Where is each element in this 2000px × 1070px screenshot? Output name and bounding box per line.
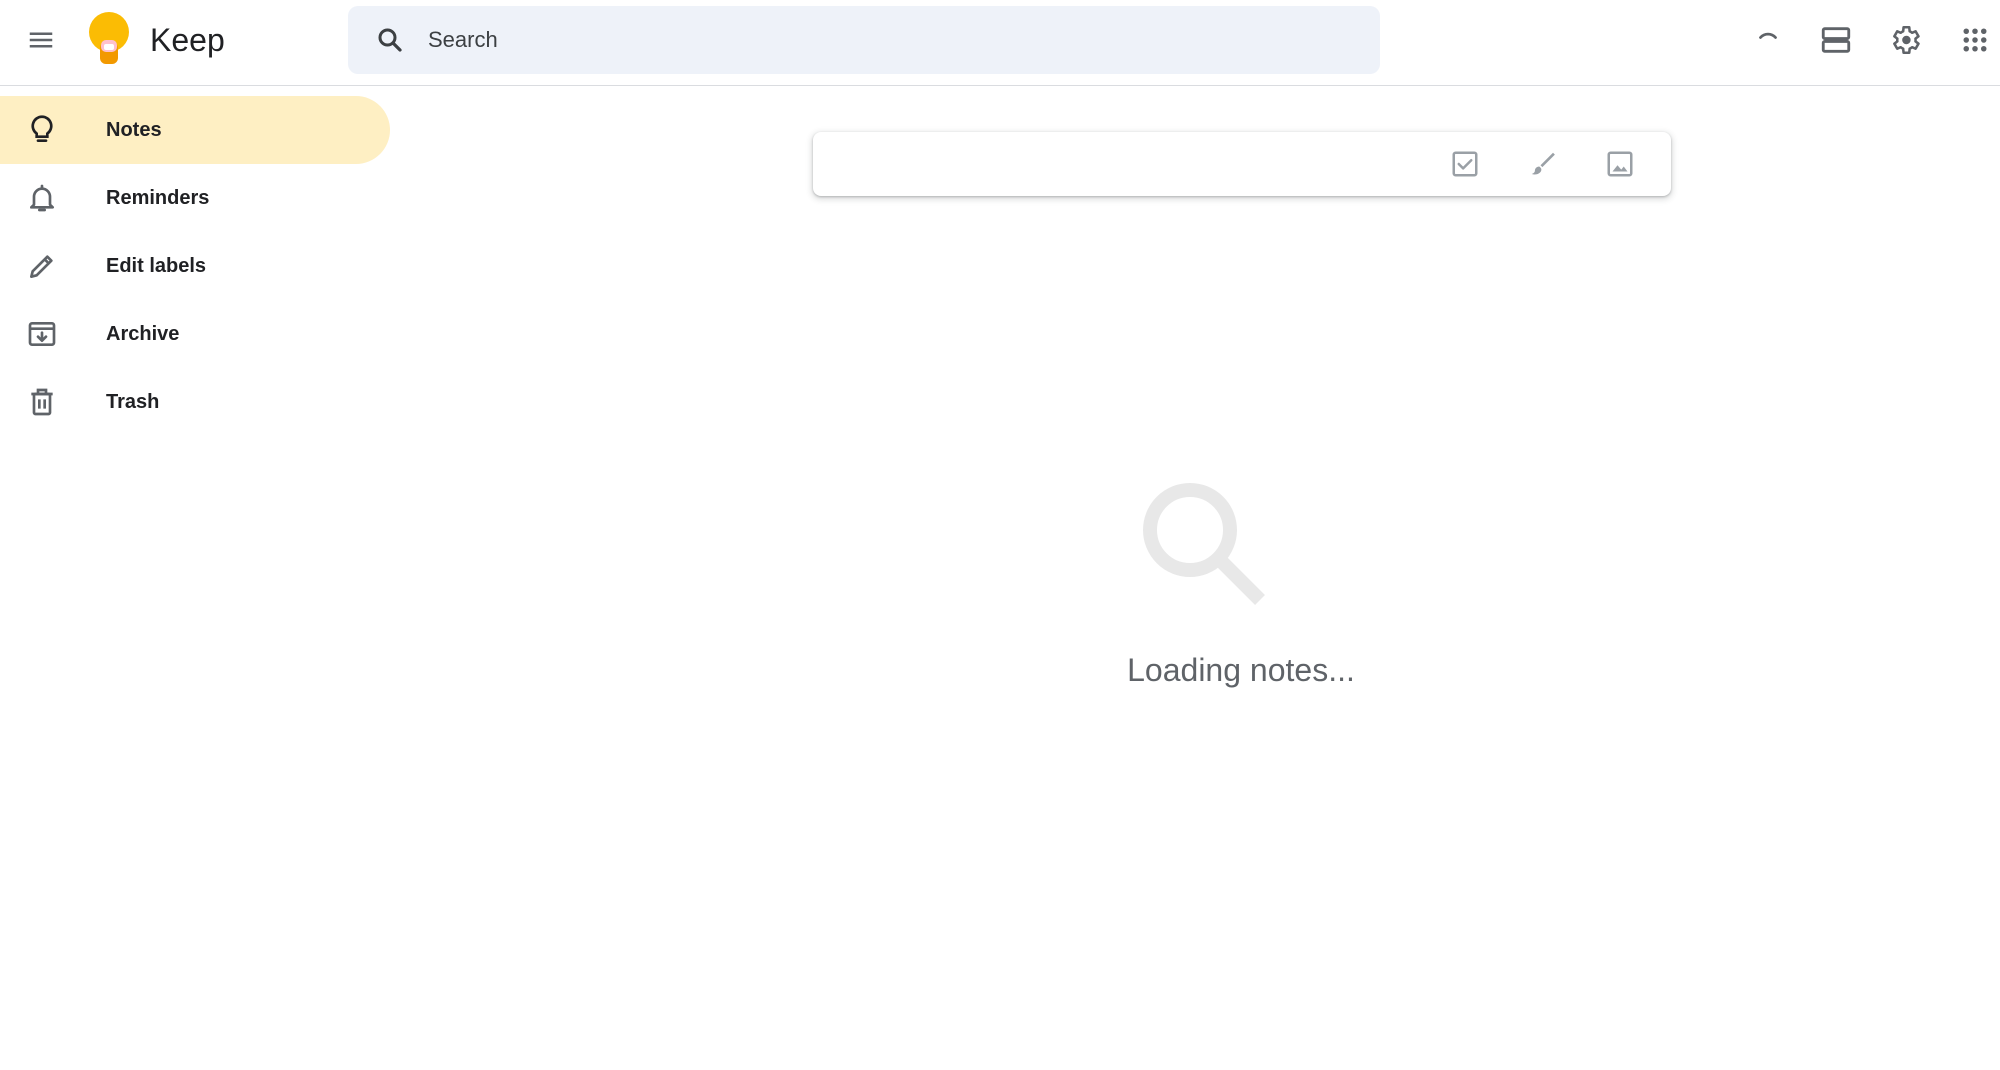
refresh-spinner[interactable]: [1740, 12, 1796, 68]
archive-icon: [24, 316, 60, 352]
search-bar[interactable]: [348, 6, 1380, 74]
sidebar-item-label: Notes: [106, 118, 162, 141]
new-image-note-button[interactable]: [1598, 142, 1642, 186]
google-apps-button[interactable]: [1947, 12, 2000, 68]
checkbox-icon: [1452, 151, 1478, 177]
loading-notes-message: Loading notes...: [1127, 652, 1355, 688]
trash-icon: [24, 384, 60, 420]
loading-spinner-icon: [1759, 32, 1777, 39]
apps-grid-icon: [1963, 28, 1987, 52]
sidebar-item-label: Trash: [106, 390, 160, 413]
keep-lightbulb-logo-icon: [89, 12, 129, 64]
sidebar-item-notes[interactable]: Notes: [0, 96, 390, 164]
lightbulb-icon: [24, 112, 60, 148]
search-icon[interactable]: [368, 18, 412, 62]
sidebar-item-archive[interactable]: Archive: [0, 300, 390, 368]
hamburger-icon: [29, 32, 53, 48]
search-input[interactable]: [428, 18, 1328, 62]
sidebar-item-reminders[interactable]: Reminders: [0, 164, 390, 232]
brush-icon: [1531, 152, 1555, 175]
keep-logo[interactable]: [86, 12, 132, 68]
new-list-button[interactable]: [1443, 142, 1487, 186]
sidebar-item-label: Edit labels: [106, 254, 207, 277]
settings-button[interactable]: [1877, 12, 1933, 68]
image-icon: [1607, 151, 1633, 177]
top-bar: Keep: [0, 0, 2000, 86]
list-view-icon: [1821, 27, 1851, 53]
bell-icon: [24, 180, 60, 216]
sidebar-item-edit-labels[interactable]: Edit labels: [0, 232, 390, 300]
sidebar: Notes Reminders Edit labels Archive Tras…: [0, 96, 400, 436]
gear-icon: [1893, 25, 1920, 55]
sidebar-item-label: Archive: [106, 322, 180, 345]
list-view-button[interactable]: [1808, 12, 1864, 68]
app-title: Keep: [150, 22, 225, 58]
main-menu-button[interactable]: [13, 12, 69, 68]
new-drawing-button[interactable]: [1521, 142, 1565, 186]
magnifier-icon: [1143, 483, 1265, 605]
empty-state-illustration: [1130, 470, 1310, 610]
sidebar-item-label: Reminders: [106, 186, 210, 209]
sidebar-item-trash[interactable]: Trash: [0, 368, 390, 436]
pencil-icon: [24, 248, 60, 284]
